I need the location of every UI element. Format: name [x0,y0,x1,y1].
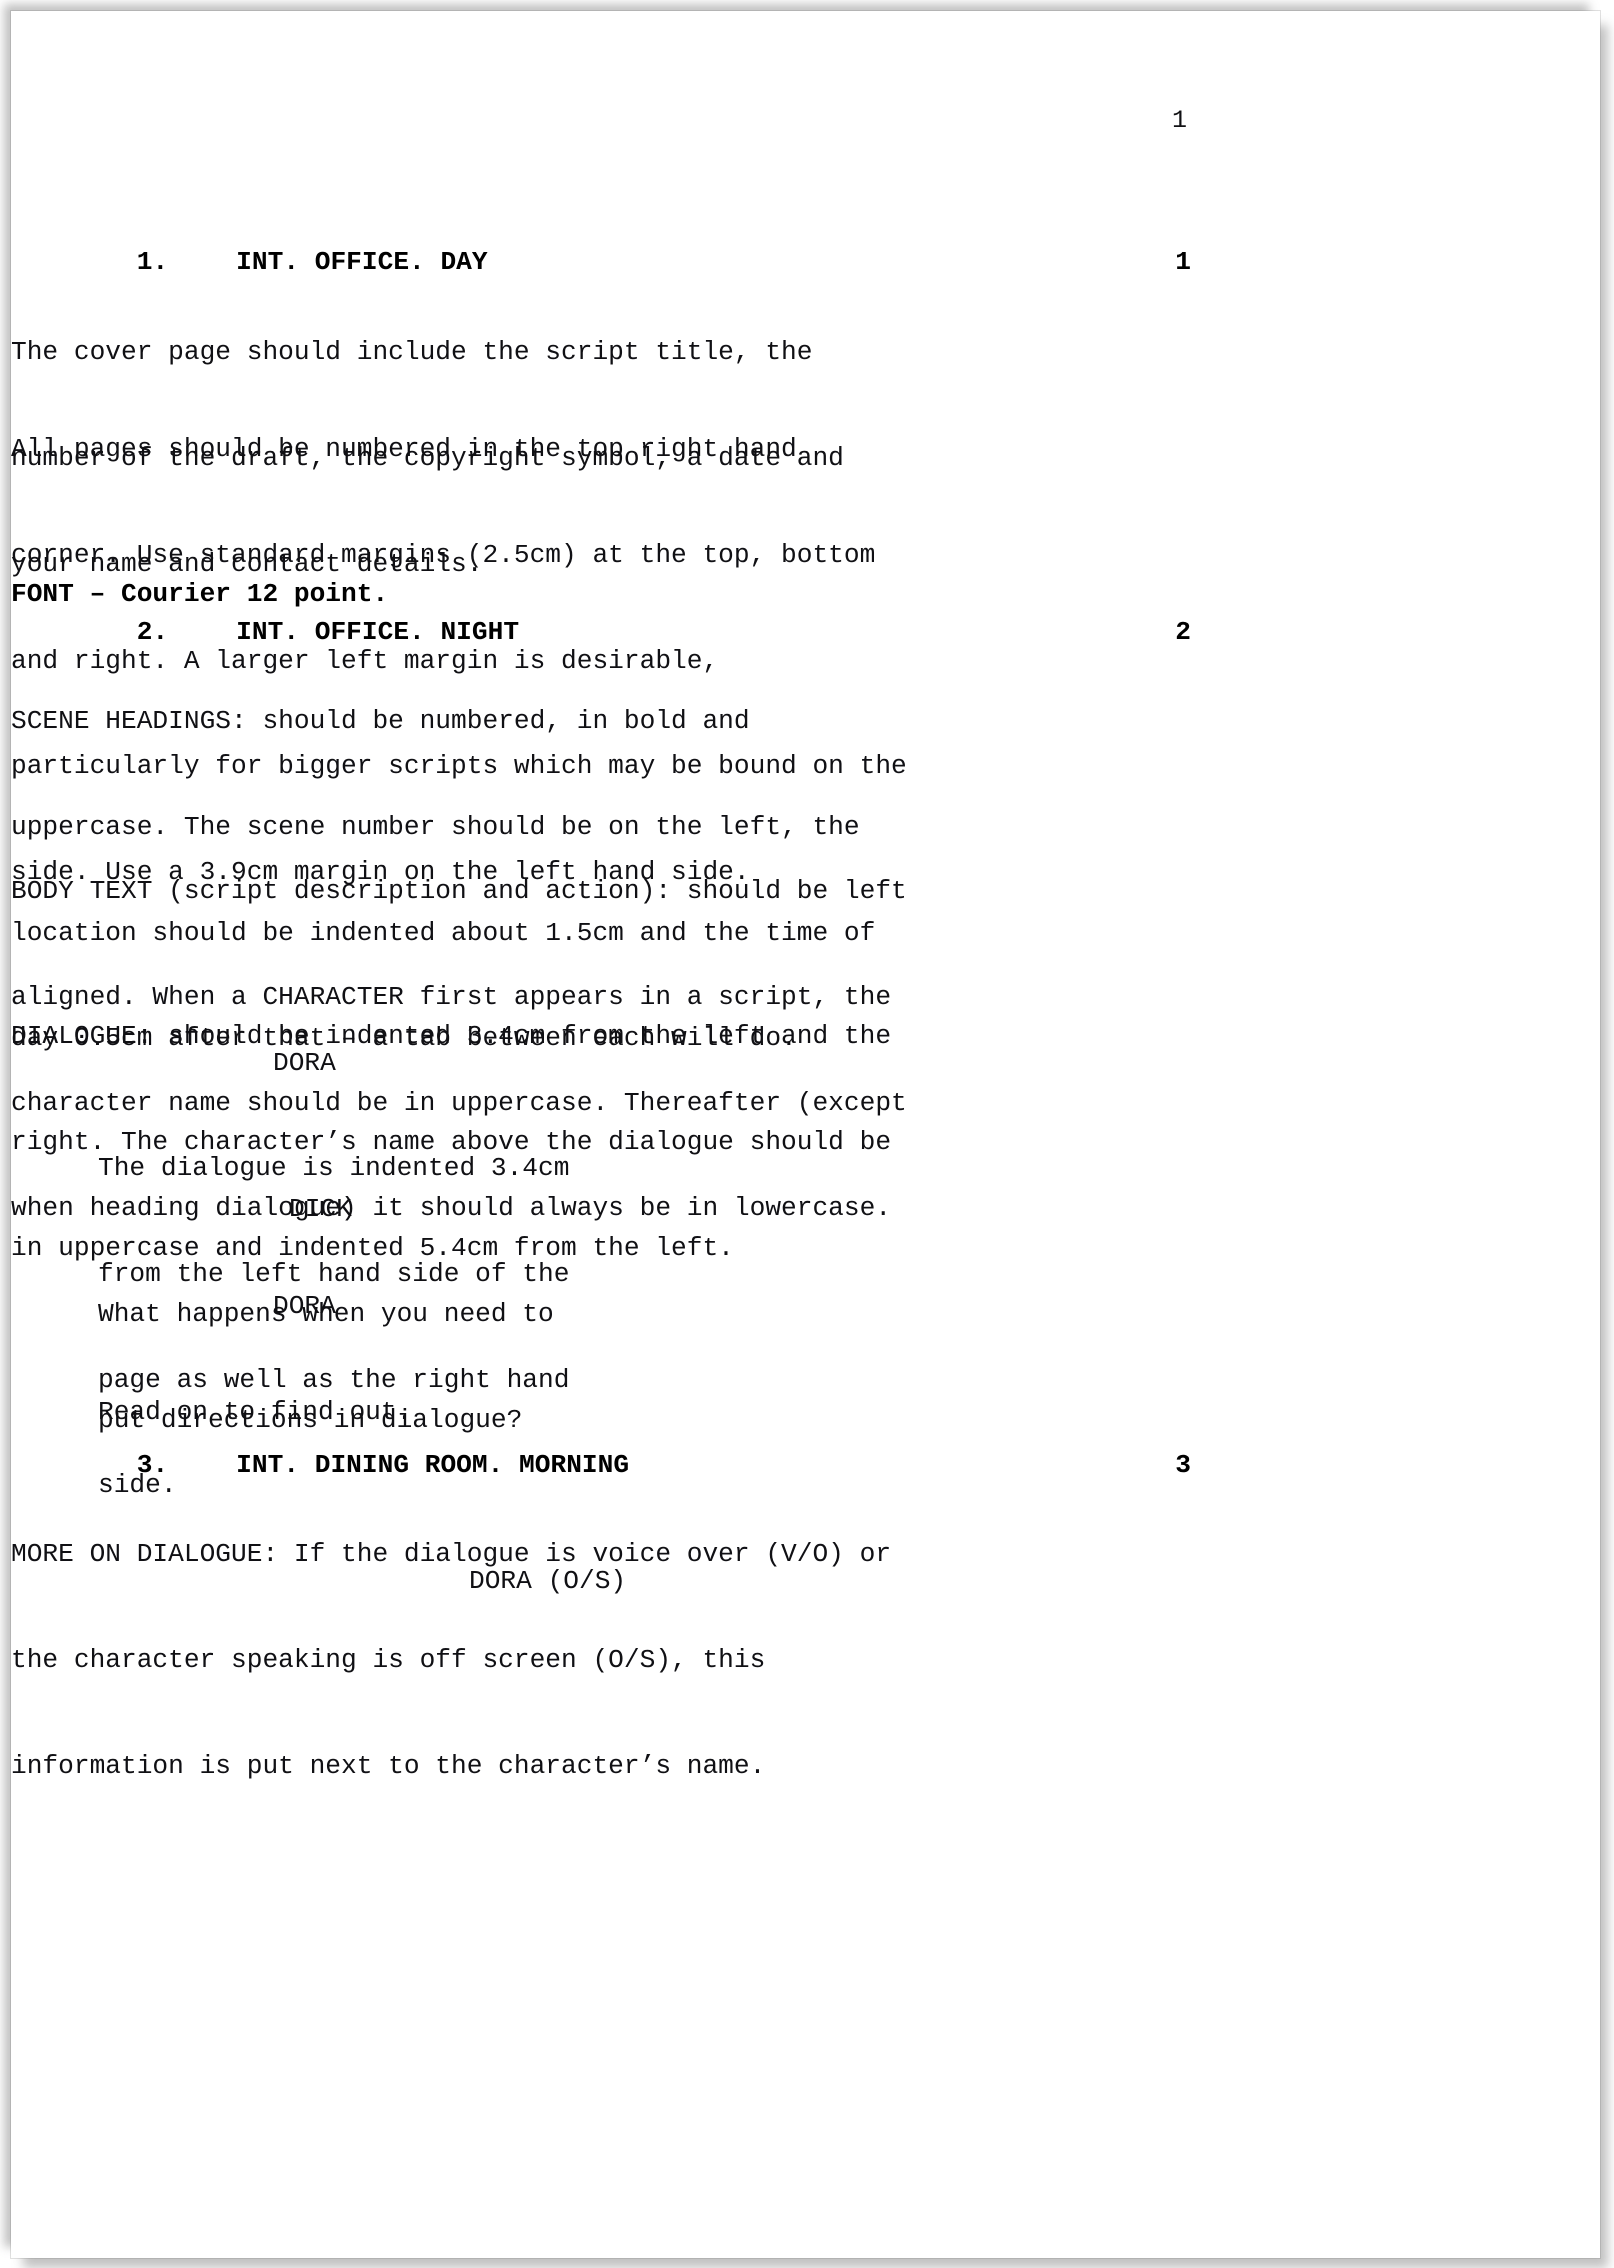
character-cue-dora-os: DORA (O/S) [469,1566,627,1596]
character-cue-dora-1: DORA [273,1048,336,1078]
action-line: All pages should be numbered in the top … [11,434,797,465]
page-number: 1 [1171,106,1187,135]
script-page-sheet: 1 1 1. INT. OFFICE. DAY The cover page sho… [11,11,1600,2258]
character-cue-dick: DICK [289,1194,352,1224]
action-line: information is put next to the character… [11,1750,766,1781]
action-line: BODY TEXT (script description and action… [11,876,907,907]
action-line: SCENE HEADINGS: should be numbered, in b… [11,706,750,737]
action-paragraph-6: MORE ON DIALOGUE: If the dialogue is voi… [11,1467,1191,1854]
screenshot-canvas: 1 1 1. INT. OFFICE. DAY The cover page sho… [0,0,1614,2268]
character-cue-dora-2: DORA [273,1291,336,1321]
action-line: the character speaking is off screen (O/… [11,1645,766,1676]
script-page-content: 1 1 1. INT. OFFICE. DAY The cover page sho… [11,11,1600,2258]
dialogue-line: The dialogue is indented 3.4cm [98,1153,570,1184]
action-line: DIALOGUE: should be indented 3.4cm from … [11,1021,892,1052]
